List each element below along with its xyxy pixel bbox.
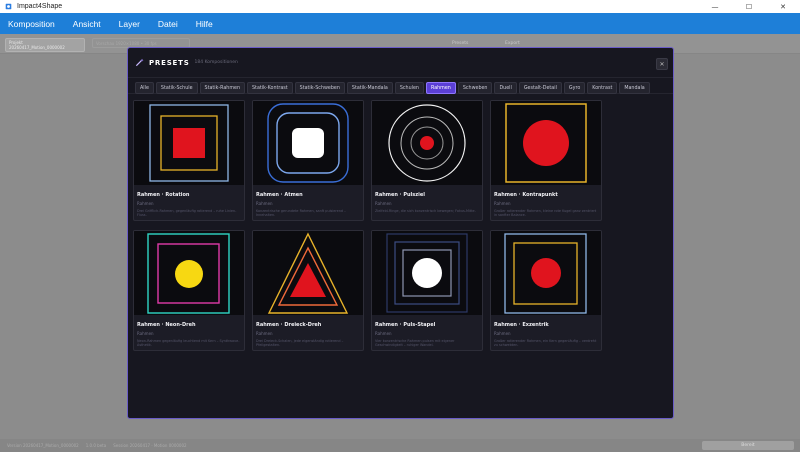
- tab-statik-mandala[interactable]: Statik-Mandala: [346, 82, 393, 94]
- preset-title: Rahmen · Kontrapunkt: [494, 192, 558, 198]
- preset-card-dreieck-dreh[interactable]: Rahmen · Dreieck-Dreh Rahmen Drei Dreiec…: [252, 230, 364, 351]
- close-modal-button[interactable]: ✕: [656, 58, 668, 70]
- preset-thumbnail: [491, 231, 601, 315]
- tab-gestalt-detail[interactable]: Gestalt-Detail: [518, 82, 562, 94]
- tab-statik-schweben[interactable]: Statik-Schweben: [294, 82, 345, 94]
- preset-description: Drei Grifflich-Rahmen, gegenläufig rotie…: [137, 209, 237, 218]
- preset-thumbnail: [134, 101, 244, 185]
- magic-wand-icon: [135, 58, 144, 67]
- preset-count: 184 Kompositionen: [194, 60, 238, 65]
- preset-thumbnail: [253, 101, 363, 185]
- presets-toolbar-button[interactable]: Presets: [452, 41, 468, 46]
- preset-category: Rahmen: [137, 331, 154, 336]
- window-titlebar: Impact4Shape — ☐ ✕: [0, 0, 800, 13]
- preset-thumbnail: [491, 101, 601, 185]
- preset-description: Drei Dreieck-Schalen, jede eigenständig …: [256, 339, 344, 348]
- maximize-button[interactable]: ☐: [732, 0, 766, 13]
- preset-title: Rahmen · Puls-Stapel: [375, 322, 436, 328]
- close-window-button[interactable]: ✕: [766, 0, 800, 13]
- preset-description: Konzentrische gerundete Rahmen, sanft pu…: [256, 209, 346, 218]
- preset-thumbnail: [253, 231, 363, 315]
- project-chip-name: 20260417_Motion_0000002: [9, 44, 65, 50]
- preset-category: Rahmen: [494, 331, 511, 336]
- preset-title: Rahmen · Rotation: [137, 192, 190, 198]
- presets-modal: PRESETS 184 Kompositionen ✕ Alle Statik-…: [127, 47, 674, 419]
- status-build: 1.0.0 beta: [85, 443, 107, 448]
- preset-description: Großer rotierender Rahmen, kleine rote K…: [494, 209, 597, 218]
- tab-duell[interactable]: Duell: [494, 82, 517, 94]
- tab-alle[interactable]: Alle: [135, 82, 154, 94]
- tab-statik-schule[interactable]: Statik-Schule: [155, 82, 198, 94]
- preset-grid: Rahmen · Rotation Rahmen Drei Grifflich-…: [133, 100, 670, 351]
- window-controls: — ☐ ✕: [698, 0, 800, 13]
- status-session: Session 20260417 · Motion 0000002: [113, 443, 187, 448]
- close-icon: ✕: [659, 60, 665, 68]
- preset-card-atmen[interactable]: Rahmen · Atmen Rahmen Konzentrische geru…: [252, 100, 364, 221]
- modal-title: PRESETS: [149, 58, 190, 67]
- status-bar: Version 20260417_Motion_0000002 1.0.0 be…: [0, 439, 800, 452]
- export-toolbar-button[interactable]: Export: [505, 41, 520, 46]
- preset-title: Rahmen · Dreieck-Dreh: [256, 322, 322, 328]
- preset-card-neon-dreh[interactable]: Rahmen · Neon-Dreh Rahmen Neon-Rahmen ge…: [133, 230, 245, 351]
- tab-rahmen[interactable]: Rahmen: [425, 82, 456, 94]
- menu-komposition[interactable]: Komposition: [8, 19, 55, 29]
- status-version: Version 20260417_Motion_0000002: [7, 443, 79, 448]
- preset-description: Neon-Rahmen gegenläufig leuchtend mit Ke…: [137, 339, 240, 348]
- preset-category: Rahmen: [137, 201, 154, 206]
- preset-description: Vier konzentrische Rahmen pulsen mit eig…: [375, 339, 455, 348]
- menu-bar: Komposition Ansicht Layer Datei Hilfe: [0, 13, 800, 34]
- tab-schweben[interactable]: Schweben: [457, 82, 493, 94]
- menu-datei[interactable]: Datei: [158, 19, 178, 29]
- preset-title: Rahmen · Neon-Dreh: [137, 322, 196, 328]
- preset-card-kontrapunkt[interactable]: Rahmen · Kontrapunkt Rahmen Großer rotie…: [490, 100, 602, 221]
- project-chip[interactable]: Projekt 20260417_Motion_0000002: [5, 38, 85, 52]
- preset-category: Rahmen: [494, 201, 511, 206]
- tab-gyro[interactable]: Gyro: [563, 82, 586, 94]
- preset-card-rotation[interactable]: Rahmen · Rotation Rahmen Drei Grifflich-…: [133, 100, 245, 221]
- preset-description: Großer rotierender Rahmen, ein Kern gege…: [494, 339, 597, 348]
- preset-description: Zielfeld-Ringe, die sich konzentrisch be…: [375, 209, 476, 213]
- menu-layer[interactable]: Layer: [119, 19, 140, 29]
- preset-category: Rahmen: [375, 331, 392, 336]
- preset-card-exzentrik[interactable]: Rahmen · Exzentrik Rahmen Großer rotiere…: [490, 230, 602, 351]
- preset-category: Rahmen: [256, 331, 273, 336]
- preset-thumbnail: [134, 231, 244, 315]
- modal-header: PRESETS 184 Kompositionen ✕: [128, 48, 673, 78]
- preset-thumbnail: [372, 231, 482, 315]
- tab-schulen[interactable]: Schulen: [394, 82, 424, 94]
- app-icon: [5, 3, 12, 10]
- tab-statik-rahmen[interactable]: Statik-Rahmen: [199, 82, 246, 94]
- window-title: Impact4Shape: [17, 3, 63, 10]
- tab-mandala[interactable]: Mandala: [619, 82, 650, 94]
- preset-card-puls-stapel[interactable]: Rahmen · Puls-Stapel Rahmen Vier konzent…: [371, 230, 483, 351]
- preset-title: Rahmen · Pulsziel: [375, 192, 425, 198]
- menu-ansicht[interactable]: Ansicht: [73, 19, 101, 29]
- preset-title: Rahmen · Exzentrik: [494, 322, 549, 328]
- preset-category: Rahmen: [256, 201, 273, 206]
- tab-statik-kontrast[interactable]: Statik-Kontrast: [247, 82, 293, 94]
- tab-kontrast[interactable]: Kontrast: [587, 82, 618, 94]
- minimize-button[interactable]: —: [698, 0, 732, 13]
- category-tabs: Alle Statik-Schule Statik-Rahmen Statik-…: [128, 78, 673, 94]
- preset-thumbnail: [372, 101, 482, 185]
- menu-hilfe[interactable]: Hilfe: [196, 19, 213, 29]
- preset-category: Rahmen: [375, 201, 392, 206]
- preset-title: Rahmen · Atmen: [256, 192, 303, 198]
- preset-card-pulsziel[interactable]: Rahmen · Pulsziel Rahmen Zielfeld-Ringe,…: [371, 100, 483, 221]
- status-ready-button[interactable]: Bereit: [702, 441, 794, 450]
